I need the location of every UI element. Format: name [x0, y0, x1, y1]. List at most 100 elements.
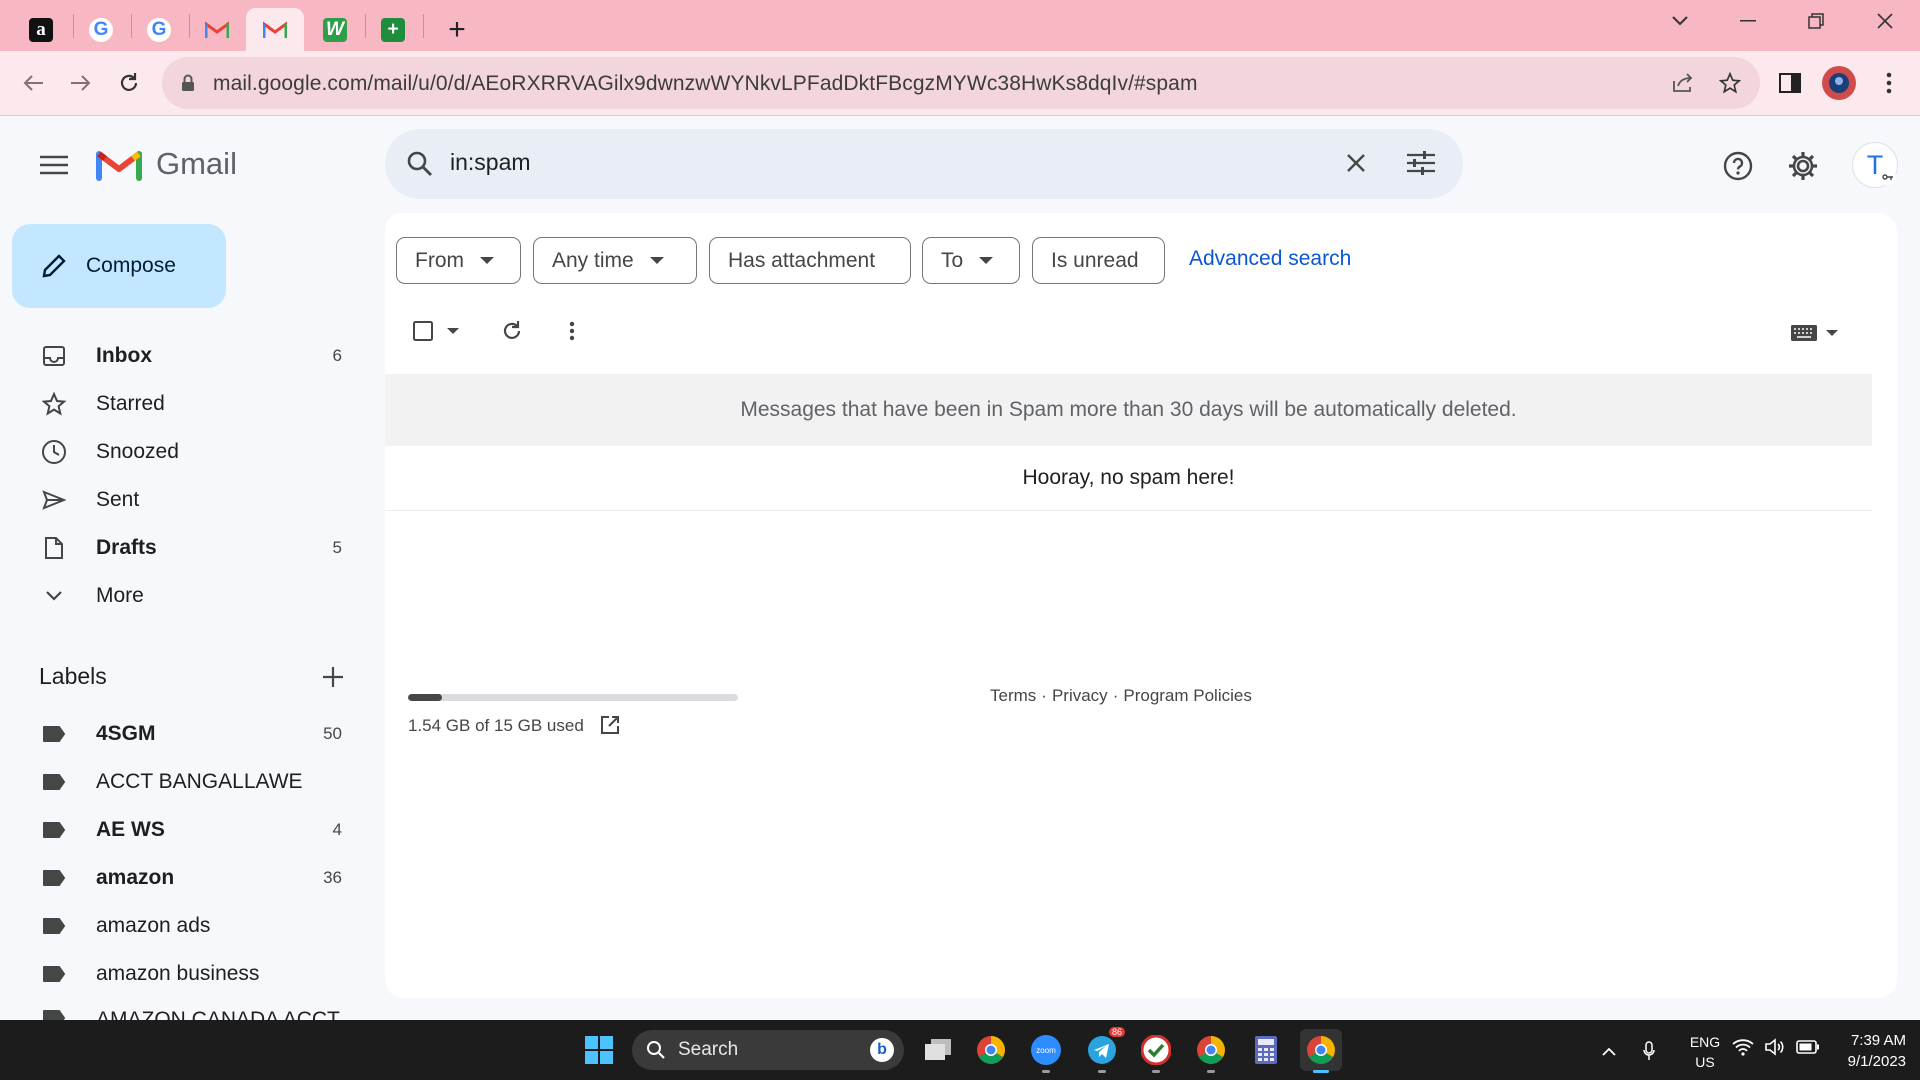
program-policies-link[interactable]: Program Policies — [1123, 686, 1252, 706]
taskbar-chrome-active[interactable] — [1300, 1029, 1342, 1071]
search-bar[interactable] — [385, 129, 1463, 199]
start-button[interactable] — [578, 1029, 620, 1071]
share-button[interactable] — [1667, 67, 1699, 99]
chip-label: Any time — [552, 248, 634, 272]
privacy-link[interactable]: Privacy — [1052, 686, 1108, 706]
tab-wave[interactable]: W — [306, 8, 364, 51]
label-item-amazon[interactable]: amazon 36 — [0, 854, 370, 902]
restore-icon — [1808, 13, 1824, 29]
search-options-button[interactable] — [1403, 145, 1439, 181]
draft-icon — [40, 534, 68, 562]
language-indicator[interactable]: ENG US — [1682, 1032, 1728, 1072]
label-item-amazon-ads[interactable]: amazon ads — [0, 902, 370, 950]
bookmark-button[interactable] — [1714, 67, 1746, 99]
select-options-button[interactable] — [440, 318, 466, 344]
nav-item-snoozed[interactable]: Snoozed — [0, 428, 370, 476]
label-item-acct-bangallawe[interactable]: ACCT BANGALLAWE — [0, 758, 370, 806]
search-input[interactable]: in:spam — [450, 149, 531, 176]
url-text[interactable]: mail.google.com/mail/u/0/d/AEoRXRRVAGilx… — [213, 72, 1198, 96]
tab-google-1[interactable]: G — [72, 8, 130, 51]
caret-down-icon — [447, 328, 459, 334]
taskbar-chrome-2[interactable] — [1190, 1029, 1232, 1071]
clock-icon — [40, 438, 68, 466]
restore-button[interactable] — [1781, 0, 1851, 42]
reload-button[interactable] — [112, 66, 146, 100]
taskbar-task-view[interactable] — [917, 1029, 959, 1071]
browser-menu-button[interactable] — [1872, 66, 1906, 100]
volume-icon — [1765, 1038, 1784, 1056]
tab-google-2[interactable]: G — [130, 8, 188, 51]
caret-down-icon — [480, 257, 494, 264]
terms-link[interactable]: Terms — [990, 686, 1036, 706]
search-button[interactable] — [402, 146, 438, 182]
gear-icon — [1789, 152, 1817, 180]
filter-to-chip[interactable]: To — [922, 237, 1020, 284]
compose-button[interactable]: Compose — [12, 224, 226, 308]
input-tools-button[interactable] — [1786, 318, 1842, 348]
nav-item-starred[interactable]: Starred — [0, 380, 370, 428]
label-item-ae-ws[interactable]: AE WS 4 — [0, 806, 370, 854]
taskbar-chrome-1[interactable] — [970, 1029, 1012, 1071]
forward-button[interactable] — [64, 66, 98, 100]
label-count: 50 — [323, 724, 342, 743]
new-tab-button[interactable]: + — [428, 8, 486, 51]
minimize-button[interactable] — [1713, 0, 1783, 42]
side-panel-button[interactable] — [1774, 67, 1806, 99]
close-icon — [1347, 154, 1365, 172]
nav-item-inbox[interactable]: Inbox 6 — [0, 332, 370, 380]
filter-from-chip[interactable]: From — [396, 237, 521, 284]
more-actions-button[interactable] — [556, 315, 588, 347]
chip-label: Is unread — [1051, 248, 1139, 272]
back-button[interactable] — [16, 66, 50, 100]
label-item-amazon-business[interactable]: amazon business — [0, 950, 370, 998]
nav-item-more[interactable]: More — [0, 572, 370, 620]
filter-any-time-chip[interactable]: Any time — [533, 237, 697, 284]
tab-amazon[interactable]: a — [12, 8, 70, 51]
label-count: 36 — [323, 868, 342, 887]
microphone-icon[interactable] — [1638, 1038, 1660, 1064]
close-window-button[interactable] — [1850, 0, 1920, 42]
nav-item-drafts[interactable]: Drafts 5 — [0, 524, 370, 572]
clear-search-button[interactable] — [1338, 145, 1374, 181]
profile-avatar[interactable] — [1822, 66, 1856, 100]
taskbar-calculator[interactable] — [1245, 1029, 1287, 1071]
label-count: 4 — [332, 820, 342, 839]
select-all-checkbox[interactable] — [408, 316, 438, 346]
label-icon — [40, 816, 68, 844]
refresh-button[interactable] — [496, 315, 528, 347]
gmail-icon — [263, 18, 287, 42]
tab-gmail-active[interactable] — [246, 8, 304, 51]
tab-gmail-1[interactable] — [188, 8, 246, 51]
language-bottom: US — [1695, 1054, 1715, 1070]
label-item-4sgm[interactable]: 4SGM 50 — [0, 710, 370, 758]
manage-storage-button[interactable] — [598, 713, 622, 737]
system-tray-icons[interactable] — [1732, 1038, 1820, 1056]
filter-is-unread-chip[interactable]: Is unread — [1032, 237, 1165, 284]
share-icon — [1673, 73, 1693, 92]
tab-search-button[interactable] — [1645, 0, 1715, 42]
nav-item-sent[interactable]: Sent — [0, 476, 370, 524]
nav-count: 5 — [332, 538, 342, 557]
label-item-amazon-canada-acct[interactable]: AMAZON CANADA ACCT — [0, 998, 370, 1020]
inbox-icon — [40, 342, 68, 370]
gmail-logo[interactable]: Gmail — [96, 146, 237, 182]
avatar-icon — [1829, 73, 1849, 93]
tab-sheets[interactable]: + — [364, 8, 422, 51]
main-menu-button[interactable] — [34, 145, 74, 185]
support-button[interactable] — [1718, 146, 1758, 186]
label-name: amazon — [96, 866, 175, 889]
taskbar-search-box[interactable]: Search b — [632, 1030, 904, 1070]
settings-button[interactable] — [1783, 146, 1823, 186]
reload-icon — [120, 73, 138, 91]
filter-has-attachment-chip[interactable]: Has attachment — [709, 237, 911, 284]
clock[interactable]: 7:39 AM 9/1/2023 — [1826, 1030, 1906, 1072]
taskbar-zoom[interactable]: zoom — [1025, 1029, 1067, 1071]
nav-label: Inbox — [96, 344, 152, 367]
lock-icon — [178, 72, 198, 94]
taskbar-telegram[interactable]: 86 — [1081, 1027, 1125, 1071]
taskbar-task-app[interactable] — [1135, 1029, 1177, 1071]
show-hidden-icons-button[interactable] — [1596, 1038, 1622, 1064]
create-label-button[interactable] — [316, 660, 350, 694]
sheets-icon: + — [381, 17, 405, 42]
advanced-search-link[interactable]: Advanced search — [1189, 247, 1351, 271]
